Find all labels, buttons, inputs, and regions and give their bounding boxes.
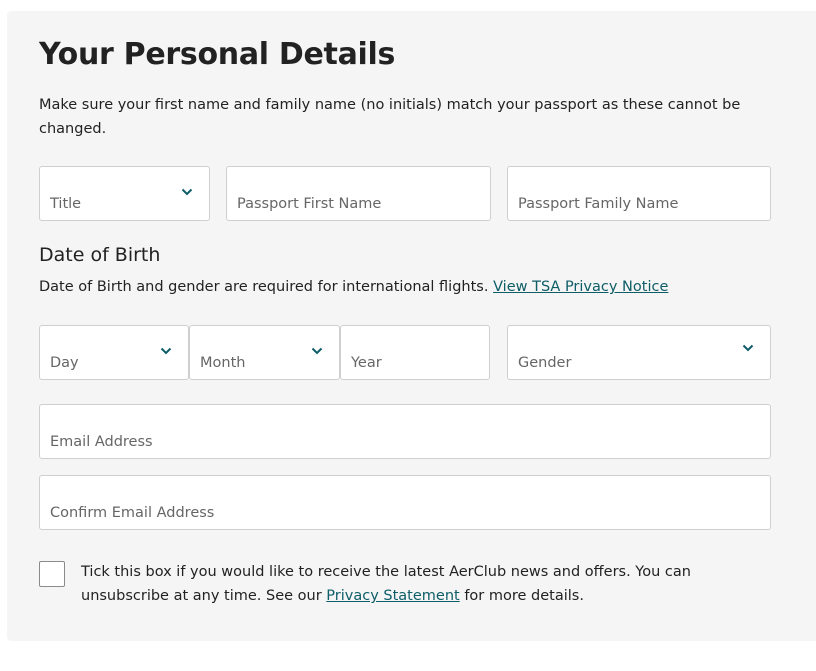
chevron-down-icon xyxy=(181,188,193,195)
consent-suffix: for more details. xyxy=(464,588,584,604)
dob-note: Date of Birth and gender are required fo… xyxy=(39,276,668,298)
page-title: Your Personal Details xyxy=(39,37,396,72)
day-placeholder: Day xyxy=(50,355,79,371)
month-placeholder: Month xyxy=(200,355,246,371)
family-name-field[interactable]: Passport Family Name xyxy=(507,166,771,221)
email-placeholder: Email Address xyxy=(50,434,153,450)
chevron-down-icon xyxy=(160,347,172,354)
chevron-down-icon xyxy=(742,344,754,351)
gender-placeholder: Gender xyxy=(518,355,572,371)
dob-heading: Date of Birth xyxy=(39,244,161,266)
intro-text: Make sure your first name and family nam… xyxy=(39,97,741,137)
year-placeholder: Year xyxy=(351,355,382,371)
personal-details-card: Your Personal Details Make sure your fir… xyxy=(7,11,816,641)
first-name-field[interactable]: Passport First Name xyxy=(226,166,491,221)
newsletter-consent: Tick this box if you would like to recei… xyxy=(81,560,781,608)
email-field[interactable]: Email Address xyxy=(39,404,771,459)
day-select[interactable]: Day xyxy=(39,325,189,380)
title-placeholder: Title xyxy=(50,196,82,212)
chevron-down-icon xyxy=(311,347,323,354)
month-select[interactable]: Month xyxy=(189,325,340,380)
family-name-placeholder: Passport Family Name xyxy=(518,196,679,212)
privacy-statement-link[interactable]: Privacy Statement xyxy=(326,588,459,604)
title-select[interactable]: Title xyxy=(39,166,210,221)
confirm-email-field[interactable]: Confirm Email Address xyxy=(39,475,771,530)
newsletter-checkbox[interactable] xyxy=(39,561,65,587)
dob-note-text: Date of Birth and gender are required fo… xyxy=(39,279,489,295)
year-field[interactable]: Year xyxy=(340,325,490,380)
tsa-privacy-link[interactable]: View TSA Privacy Notice xyxy=(493,279,668,295)
gender-select[interactable]: Gender xyxy=(507,325,771,380)
first-name-placeholder: Passport First Name xyxy=(237,196,382,212)
confirm-email-placeholder: Confirm Email Address xyxy=(50,505,215,521)
